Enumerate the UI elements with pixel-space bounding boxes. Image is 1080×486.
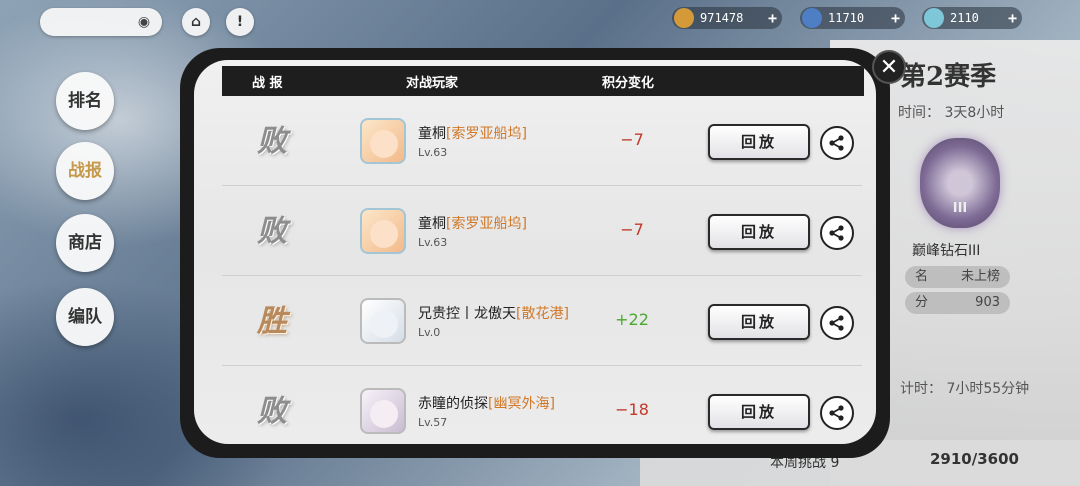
- table-header: 战 报 对战玩家 积分变化: [222, 66, 864, 96]
- avatar-face: [370, 130, 398, 158]
- replay-button[interactable]: 回放: [708, 124, 810, 160]
- result-win: 胜: [257, 304, 287, 339]
- replay-button[interactable]: 回放: [708, 394, 810, 430]
- season-title: 第2赛季: [900, 62, 997, 92]
- blue-crystal-icon: [802, 8, 822, 28]
- result-lose: 败: [257, 394, 287, 429]
- score-stat: 分 903: [905, 292, 1010, 314]
- result-lose: 败: [257, 214, 287, 249]
- header-result: 战 报: [252, 76, 283, 91]
- player-level: Lv.0: [418, 326, 441, 339]
- chat-input-pill[interactable]: ◉: [40, 8, 162, 36]
- rank-stat-value: 未上榜: [960, 269, 1000, 284]
- player-name: 童桐[索罗亚船坞]: [418, 213, 527, 233]
- share-icon[interactable]: [820, 126, 854, 160]
- player-level: Lv.63: [418, 146, 448, 159]
- share-icon[interactable]: [820, 216, 854, 250]
- player-name: 兄贵控丨龙傲天[散花港]: [418, 303, 569, 323]
- replay-button[interactable]: 回放: [708, 304, 810, 340]
- player-level: Lv.63: [418, 236, 448, 249]
- nav-shop[interactable]: 商店: [56, 214, 114, 272]
- share-icon[interactable]: [820, 396, 854, 430]
- share-icon[interactable]: [820, 306, 854, 340]
- rank-stat-label: 名: [915, 269, 929, 284]
- player-name-text: 赤瞳的侦探: [418, 396, 488, 412]
- avatar-face: [370, 400, 398, 428]
- table-row: 败 童桐[索罗亚船坞] Lv.63 −7 回放: [222, 96, 862, 186]
- diamond-gem-icon: [924, 8, 944, 28]
- table-row: 败 赤瞳的侦探[幽冥外海] Lv.57 −18 回放: [222, 366, 862, 444]
- currency-gold-value: 971478: [700, 11, 744, 25]
- replay-button[interactable]: 回放: [708, 214, 810, 250]
- table-row: 胜 兄贵控丨龙傲天[散花港] Lv.0 +22 回放: [222, 276, 862, 366]
- player-name: 赤瞳的侦探[幽冥外海]: [418, 393, 555, 413]
- add-gold-button[interactable]: +: [768, 7, 777, 29]
- score-change: +22: [615, 310, 649, 329]
- avatar-face: [370, 310, 398, 338]
- nav-battle-report[interactable]: 战报: [56, 142, 114, 200]
- add-gem-button[interactable]: +: [1008, 7, 1017, 29]
- battle-report-modal: 战 报 对战玩家 积分变化 败 童桐[索罗亚船坞] Lv.63 −7 回放 败 …: [194, 60, 876, 444]
- season-time-left: 时间： 3天8小时: [898, 105, 1005, 121]
- score-change: −7: [620, 220, 644, 239]
- currency-gold: 971478 +: [672, 7, 782, 29]
- player-avatar[interactable]: [360, 298, 406, 344]
- gold-coin-icon: [674, 8, 694, 28]
- score-change: −7: [620, 130, 644, 149]
- score-stat-value: 903: [975, 295, 1000, 310]
- nav-ranking[interactable]: 排名: [56, 72, 114, 130]
- result-lose: 败: [257, 124, 287, 159]
- currency-crystal: 11710 +: [800, 7, 905, 29]
- header-score-change: 积分变化: [602, 76, 655, 91]
- player-server: [幽冥外海]: [488, 396, 555, 412]
- avatar-face: [370, 220, 398, 248]
- currency-gem: 2110 +: [922, 7, 1022, 29]
- player-server: [索罗亚船坞]: [446, 126, 527, 142]
- eye-icon[interactable]: ◉: [134, 13, 154, 31]
- rank-stat: 名 未上榜: [905, 266, 1010, 288]
- rank-badge-icon: III: [920, 138, 1000, 228]
- player-avatar[interactable]: [360, 388, 406, 434]
- player-avatar[interactable]: [360, 118, 406, 164]
- add-crystal-button[interactable]: +: [891, 7, 900, 29]
- header-player: 对战玩家: [406, 76, 459, 91]
- player-level: Lv.57: [418, 416, 448, 429]
- rank-badge-num: III: [952, 201, 968, 216]
- currency-gem-value: 2110: [950, 11, 979, 25]
- close-icon[interactable]: ✕: [872, 50, 906, 84]
- notice-icon[interactable]: !: [226, 8, 254, 36]
- player-name-text: 兄贵控丨龙傲天: [418, 306, 516, 322]
- player-server: [散花港]: [516, 306, 569, 322]
- rank-name: 巅峰钻石III: [912, 243, 981, 259]
- currency-crystal-value: 11710: [828, 11, 865, 25]
- weekly-progress: 2910/3600: [930, 450, 1019, 468]
- player-name-text: 童桐: [418, 216, 446, 232]
- nav-formation[interactable]: 编队: [56, 288, 114, 346]
- player-name: 童桐[索罗亚船坞]: [418, 123, 527, 143]
- score-stat-label: 分: [915, 295, 929, 310]
- score-change: −18: [615, 400, 649, 419]
- countdown-text: 计时： 7小时55分钟: [900, 381, 1030, 397]
- player-name-text: 童桐: [418, 126, 446, 142]
- table-row: 败 童桐[索罗亚船坞] Lv.63 −7 回放: [222, 186, 862, 276]
- home-icon[interactable]: ⌂: [182, 8, 210, 36]
- player-server: [索罗亚船坞]: [446, 216, 527, 232]
- player-avatar[interactable]: [360, 208, 406, 254]
